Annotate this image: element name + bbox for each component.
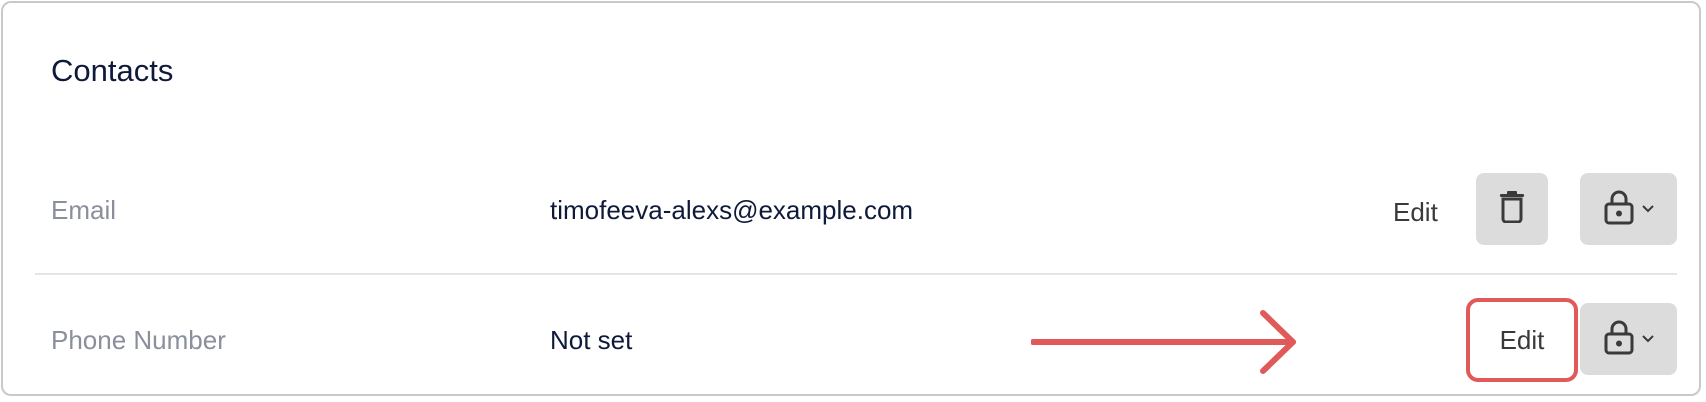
email-privacy-dropdown[interactable]	[1580, 173, 1677, 245]
arrow-right-icon	[1030, 309, 1301, 384]
contacts-card: Contacts Email timofeeva-alexs@example.c…	[1, 1, 1701, 396]
section-title: Contacts	[51, 53, 174, 88]
email-label: Email	[51, 195, 117, 225]
phone-value: Not set	[550, 325, 633, 355]
phone-privacy-dropdown[interactable]	[1580, 303, 1677, 375]
phone-edit-button[interactable]: Edit	[1466, 298, 1578, 382]
email-delete-button[interactable]	[1476, 173, 1548, 245]
lock-icon	[1604, 189, 1634, 230]
email-value: timofeeva-alexs@example.com	[550, 195, 914, 225]
chevron-down-icon	[1641, 330, 1654, 348]
email-edit-button[interactable]: Edit	[1393, 197, 1438, 228]
row-divider	[35, 273, 1677, 275]
lock-icon	[1604, 319, 1634, 360]
chevron-down-icon	[1641, 200, 1654, 218]
trash-icon	[1499, 190, 1525, 228]
phone-label: Phone Number	[51, 325, 226, 355]
